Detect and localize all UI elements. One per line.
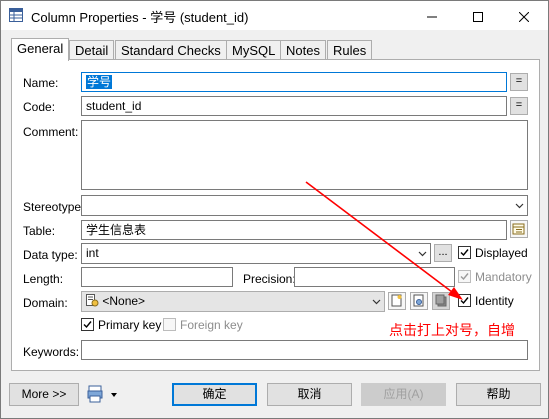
- print-menu-button[interactable]: [87, 384, 121, 406]
- cancel-button[interactable]: 取消: [267, 383, 352, 406]
- printer-icon: [87, 385, 117, 403]
- tab-general[interactable]: General: [11, 38, 70, 61]
- more-button[interactable]: More >>: [9, 383, 79, 406]
- ok-button[interactable]: 确定: [172, 383, 257, 406]
- column-properties-window: Column Properties - 学号 (student_id) Gene…: [0, 0, 549, 419]
- apply-button[interactable]: 应用(A): [361, 383, 446, 406]
- annotation-arrow: [305, 181, 463, 300]
- help-button[interactable]: 帮助: [456, 383, 541, 406]
